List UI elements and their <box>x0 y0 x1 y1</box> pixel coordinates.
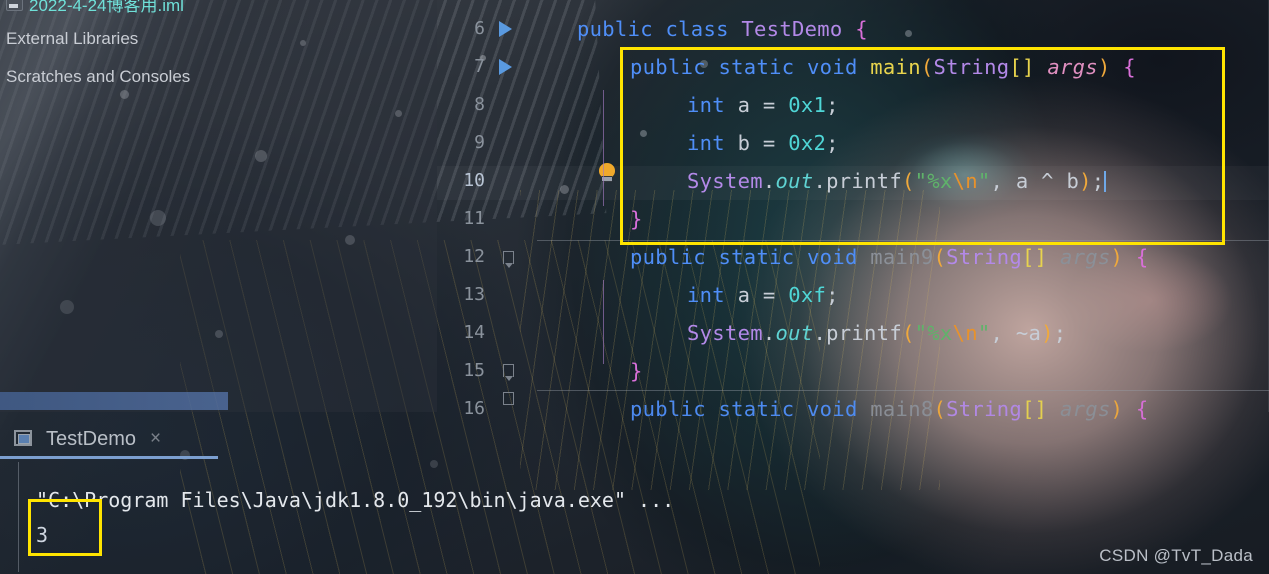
line-number: 9 <box>474 132 485 153</box>
line-number: 11 <box>463 208 485 229</box>
code-line-13[interactable]: int a = 0xf; <box>687 284 839 306</box>
line-number: 13 <box>463 284 485 305</box>
code-line-12[interactable]: public static void main9(String[] args) … <box>630 246 1149 268</box>
method-separator <box>537 390 1269 391</box>
csdn-watermark: CSDN @TvT_Dada <box>1099 546 1253 565</box>
indent-guide <box>603 90 604 206</box>
line-number: 6 <box>474 18 485 39</box>
console-icon-inner <box>18 433 30 444</box>
ide-window: 2022-4-24博客用.iml External Libraries Scra… <box>0 0 1269 574</box>
tree-item-label: Scratches and Consoles <box>6 67 191 86</box>
indent-guide <box>603 280 604 364</box>
console-command-line: "C:\Program Files\Java\jdk1.8.0_192\bin\… <box>36 488 675 512</box>
tree-item-label: 2022-4-24博客用.iml <box>29 0 184 15</box>
code-line-7[interactable]: public static void main(String[] args) { <box>630 56 1136 78</box>
console-output-value: 3 <box>36 523 49 547</box>
tree-item-scratches-and-consoles[interactable]: Scratches and Consoles <box>0 64 190 90</box>
run-tab-label[interactable]: TestDemo <box>46 428 136 451</box>
code-line-15[interactable]: } <box>630 360 643 382</box>
code-fold-toggle-icon-2[interactable] <box>503 392 514 405</box>
tree-item-external-libraries[interactable]: External Libraries <box>0 26 138 52</box>
line-number: 15 <box>463 360 485 381</box>
run-class-gutter-icon[interactable] <box>499 21 512 37</box>
line-number: 12 <box>463 246 485 267</box>
line-number: 14 <box>463 322 485 343</box>
code-line-8[interactable]: int a = 0x1; <box>687 94 839 116</box>
module-file-icon <box>6 0 23 11</box>
code-line-14[interactable]: System.out.printf("%x\n", ~a); <box>687 322 1066 344</box>
text-caret <box>1104 171 1107 192</box>
code-fold-toggle-icon[interactable] <box>503 251 514 268</box>
run-tool-window[interactable]: TestDemo × "C:\Program Files\Java\jdk1.8… <box>0 412 1269 574</box>
console-output[interactable]: "C:\Program Files\Java\jdk1.8.0_192\bin\… <box>0 460 1269 574</box>
console-gutter-border <box>18 462 19 572</box>
tree-selection-highlight <box>0 392 228 410</box>
run-tab-bar[interactable]: TestDemo × <box>0 422 161 456</box>
code-line-11[interactable]: } <box>630 208 643 230</box>
close-icon[interactable]: × <box>150 428 161 450</box>
code-line-6[interactable]: public class TestDemo { <box>577 18 868 40</box>
code-line-9[interactable]: int b = 0x2; <box>687 132 839 154</box>
line-number: 7 <box>474 56 485 77</box>
tree-item-label: External Libraries <box>6 29 139 48</box>
line-number: 8 <box>474 94 485 115</box>
code-line-10[interactable]: System.out.printf("%x\n", a ^ b); <box>687 170 1107 192</box>
tree-item-module-file[interactable]: 2022-4-24博客用.iml <box>0 0 184 16</box>
console-icon <box>14 429 36 449</box>
run-method-gutter-icon[interactable] <box>499 59 512 75</box>
line-number-current: 10 <box>463 170 485 191</box>
method-separator <box>537 240 1269 241</box>
code-fold-toggle-icon[interactable] <box>503 364 514 381</box>
run-tab-active-underline <box>0 456 218 459</box>
project-tool-window[interactable]: 2022-4-24博客用.iml External Libraries Scra… <box>0 0 437 412</box>
